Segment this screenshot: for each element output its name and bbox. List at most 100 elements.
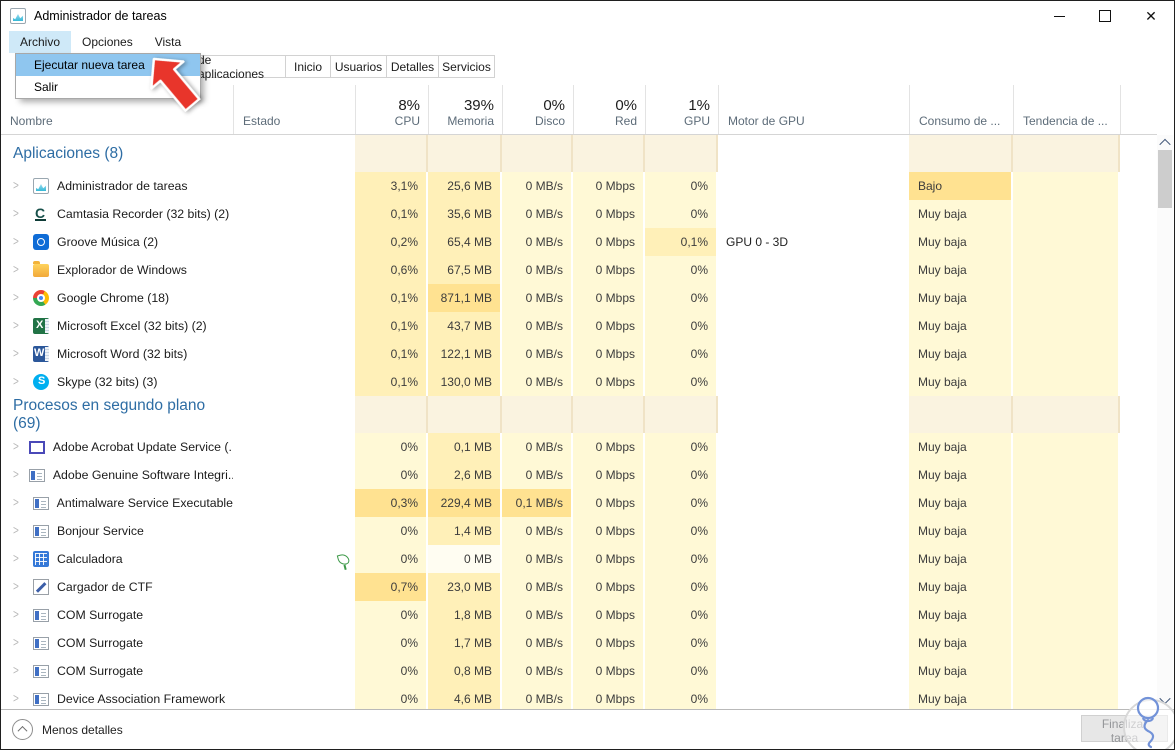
cpu-cell: 0,1%	[355, 368, 428, 396]
process-row[interactable]: >COM Surrogate0%1,7 MB0 MB/s0 Mbps0%Muy …	[1, 629, 1157, 657]
expand-chevron-icon[interactable]: >	[13, 263, 23, 277]
cpu-cell: 3,1%	[355, 172, 428, 200]
memory-cell: 67,5 MB	[428, 256, 502, 284]
winapp-icon	[33, 637, 49, 650]
disk-cell: 0 MB/s	[502, 256, 573, 284]
disk-cell: 0 MB/s	[502, 461, 573, 489]
status-cell	[233, 368, 355, 396]
disk-cell: 0 MB/s	[502, 573, 573, 601]
close-button[interactable]: ✕	[1128, 1, 1174, 31]
winapp-icon	[33, 693, 49, 706]
status-cell	[233, 489, 355, 517]
disk-cell: 0 MB/s	[502, 517, 573, 545]
process-row[interactable]: >Adobe Genuine Software Integri...0%2,6 …	[1, 461, 1157, 489]
power-usage-cell: Muy baja	[909, 601, 1013, 629]
memory-cell: 1,8 MB	[428, 601, 502, 629]
group-header-row[interactable]: Aplicaciones (8)	[1, 135, 1157, 172]
memory-cell: 130,0 MB	[428, 368, 502, 396]
gpu-cell: 0%	[645, 433, 718, 461]
expand-chevron-icon[interactable]: >	[13, 496, 23, 510]
memory-cell: 35,6 MB	[428, 200, 502, 228]
less-details-toggle[interactable]: Menos detalles	[12, 719, 123, 740]
process-row[interactable]: >Administrador de tareas3,1%25,6 MB0 MB/…	[1, 172, 1157, 200]
scrollbar[interactable]	[1157, 135, 1173, 709]
process-row[interactable]: >COM Surrogate0%1,8 MB0 MB/s0 Mbps0%Muy …	[1, 601, 1157, 629]
gpu-cell: 0%	[645, 256, 718, 284]
power-trend-cell	[1013, 545, 1120, 573]
process-row[interactable]: >Bonjour Service0%1,4 MB0 MB/s0 Mbps0%Mu…	[1, 517, 1157, 545]
cpu-cell: 0%	[355, 433, 428, 461]
tab-servicios[interactable]: Servicios	[438, 55, 495, 78]
cpu-cell: 0%	[355, 629, 428, 657]
process-row[interactable]: >Device Association Framework0%4,6 MB0 M…	[1, 685, 1157, 709]
column-header-disco[interactable]: 0%Disco	[502, 85, 573, 134]
power-usage-cell: Muy baja	[909, 284, 1013, 312]
process-row[interactable]: >Calculadora0%0 MB0 MB/s0 Mbps0%Muy baja	[1, 545, 1157, 573]
minimize-button[interactable]	[1036, 1, 1082, 31]
power-trend-cell	[1013, 256, 1120, 284]
camtasia-icon	[33, 206, 49, 222]
expand-chevron-icon[interactable]: >	[13, 664, 23, 678]
gpu-cell: 0%	[645, 545, 718, 573]
process-row[interactable]: >Explorador de Windows0,6%67,5 MB0 MB/s0…	[1, 256, 1157, 284]
process-row[interactable]: >Antimalware Service Executable0,3%229,4…	[1, 489, 1157, 517]
expand-chevron-icon[interactable]: >	[13, 608, 23, 622]
tab-de-aplicaciones[interactable]: de aplicaciones	[197, 55, 286, 78]
column-header-motor-de-gpu[interactable]: Motor de GPU	[718, 85, 909, 134]
groove-icon	[33, 234, 49, 250]
disk-cell: 0 MB/s	[502, 433, 573, 461]
cpu-cell: 0,1%	[355, 340, 428, 368]
expand-chevron-icon[interactable]: >	[13, 347, 23, 361]
process-row[interactable]: >Microsoft Word (32 bits)0,1%122,1 MB0 M…	[1, 340, 1157, 368]
expand-chevron-icon[interactable]: >	[13, 291, 23, 305]
expand-chevron-icon[interactable]: >	[13, 468, 19, 482]
column-header-cpu[interactable]: 8%CPU	[355, 85, 428, 134]
expand-chevron-icon[interactable]: >	[13, 319, 23, 333]
menubar-item-opciones[interactable]: Opciones	[71, 31, 144, 53]
process-row[interactable]: >Microsoft Excel (32 bits) (2)0,1%43,7 M…	[1, 312, 1157, 340]
process-row[interactable]: >Google Chrome (18)0,1%871,1 MB0 MB/s0 M…	[1, 284, 1157, 312]
expand-chevron-icon[interactable]: >	[13, 207, 23, 221]
expand-chevron-icon[interactable]: >	[13, 440, 19, 454]
power-usage-cell: Muy baja	[909, 368, 1013, 396]
process-row[interactable]: >Groove Música (2)0,2%65,4 MB0 MB/s0 Mbp…	[1, 228, 1157, 256]
tab-detalles[interactable]: Detalles	[386, 55, 439, 78]
column-header-red[interactable]: 0%Red	[573, 85, 645, 134]
tab-usuarios[interactable]: Usuarios	[330, 55, 387, 78]
column-header-tendencia[interactable]: Tendencia de ...	[1013, 85, 1120, 134]
column-header-gpu[interactable]: 1%GPU	[645, 85, 718, 134]
scroll-up-arrow-icon[interactable]	[1157, 135, 1173, 150]
expand-chevron-icon[interactable]: >	[13, 179, 23, 193]
process-row[interactable]: >Skype (32 bits) (3)0,1%130,0 MB0 MB/s0 …	[1, 368, 1157, 396]
power-trend-cell	[1013, 228, 1120, 256]
power-usage-cell: Muy baja	[909, 228, 1013, 256]
disk-cell: 0,1 MB/s	[502, 489, 573, 517]
expand-chevron-icon[interactable]: >	[13, 636, 23, 650]
expand-chevron-icon[interactable]: >	[13, 375, 23, 389]
process-row[interactable]: >Adobe Acrobat Update Service (...0%0,1 …	[1, 433, 1157, 461]
expand-chevron-icon[interactable]: >	[13, 692, 23, 706]
status-cell	[233, 657, 355, 685]
expand-chevron-icon[interactable]: >	[13, 552, 23, 566]
expand-chevron-icon[interactable]: >	[13, 524, 23, 538]
column-header-consumo[interactable]: Consumo de ...	[909, 85, 1013, 134]
network-cell: 0 Mbps	[573, 545, 645, 573]
tab-inicio[interactable]: Inicio	[285, 55, 331, 78]
expand-chevron-icon[interactable]: >	[13, 235, 23, 249]
scrollbar-thumb[interactable]	[1158, 150, 1172, 208]
network-cell: 0 Mbps	[573, 461, 645, 489]
expand-chevron-icon[interactable]: >	[13, 580, 23, 594]
network-cell: 0 Mbps	[573, 228, 645, 256]
process-row[interactable]: >Cargador de CTF0,7%23,0 MB0 MB/s0 Mbps0…	[1, 573, 1157, 601]
menubar-item-archivo[interactable]: Archivo	[9, 31, 71, 53]
maximize-button[interactable]	[1082, 1, 1128, 31]
column-header-estado[interactable]: Estado	[233, 85, 355, 134]
process-row[interactable]: >COM Surrogate0%0,8 MB0 MB/s0 Mbps0%Muy …	[1, 657, 1157, 685]
gpu-cell: 0%	[645, 573, 718, 601]
process-row[interactable]: >Camtasia Recorder (32 bits) (2)0,1%35,6…	[1, 200, 1157, 228]
group-header-row[interactable]: Procesos en segundo plano (69)	[1, 396, 1157, 433]
gpu-cell: 0%	[645, 657, 718, 685]
network-cell: 0 Mbps	[573, 629, 645, 657]
column-header-memoria[interactable]: 39%Memoria	[428, 85, 502, 134]
process-name: COM Surrogate	[57, 664, 143, 678]
